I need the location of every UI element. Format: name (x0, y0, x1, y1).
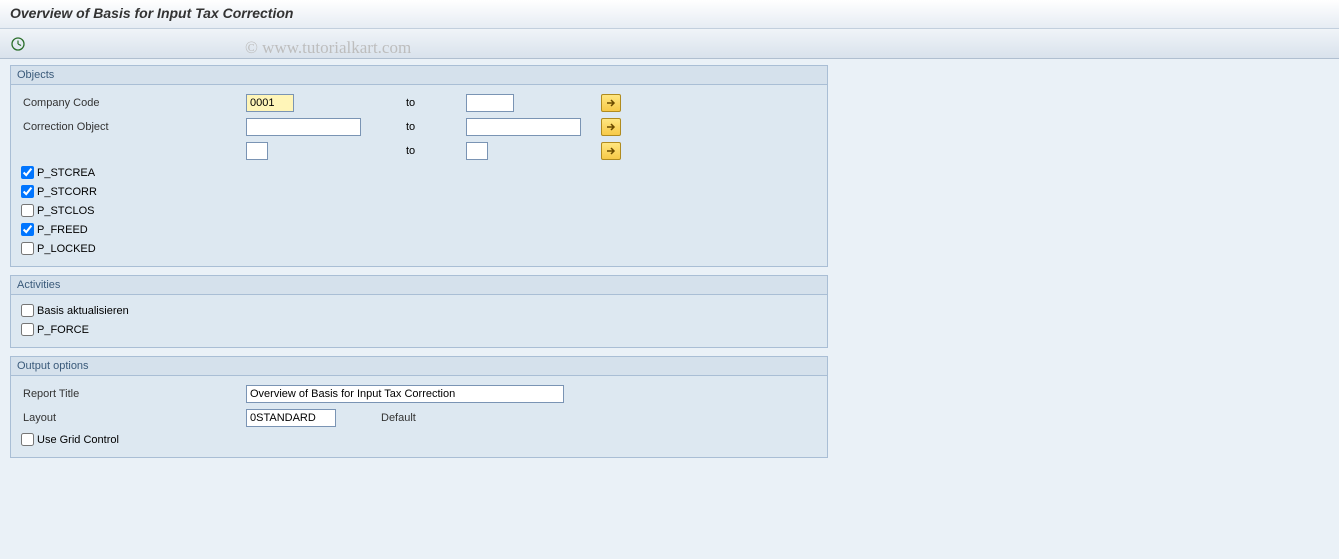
basis-checkbox[interactable] (21, 304, 34, 317)
layout-row: Layout Default (21, 406, 817, 430)
correction-object-to-label: to (406, 121, 466, 133)
p-stcorr-label: P_STCORR (37, 186, 97, 198)
p-force-row: P_FORCE (21, 320, 817, 339)
content-area: Objects Company Code to C (0, 59, 1339, 559)
correction-object-label: Correction Object (21, 121, 246, 133)
blank-from-input[interactable] (246, 142, 268, 160)
blank-to-input[interactable] (466, 142, 488, 160)
company-code-from-input[interactable] (246, 94, 294, 112)
p-force-label: P_FORCE (37, 324, 89, 336)
correction-object-multi-button[interactable] (601, 118, 621, 136)
p-stcrea-row: P_STCREA (21, 163, 817, 182)
use-grid-row: Use Grid Control (21, 430, 817, 449)
page-title: Overview of Basis for Input Tax Correcti… (0, 0, 1339, 29)
arrow-right-icon (606, 146, 616, 156)
correction-object-row: Correction Object to (21, 115, 817, 139)
p-stcrea-label: P_STCREA (37, 167, 95, 179)
objects-group: Objects Company Code to C (10, 65, 828, 267)
p-stclos-label: P_STCLOS (37, 205, 94, 217)
report-title-label: Report Title (21, 388, 246, 400)
p-stcorr-row: P_STCORR (21, 182, 817, 201)
objects-group-title: Objects (11, 66, 827, 85)
p-stcrea-checkbox[interactable] (21, 166, 34, 179)
layout-label: Layout (21, 412, 246, 424)
arrow-right-icon (606, 122, 616, 132)
company-code-to-label: to (406, 97, 466, 109)
layout-default-label: Default (381, 412, 416, 424)
p-stcorr-checkbox[interactable] (21, 185, 34, 198)
blank-row: to (21, 139, 817, 163)
layout-input[interactable] (246, 409, 336, 427)
p-locked-row: P_LOCKED (21, 239, 817, 258)
output-group-title: Output options (11, 357, 827, 376)
report-title-input[interactable] (246, 385, 564, 403)
company-code-multi-button[interactable] (601, 94, 621, 112)
company-code-to-input[interactable] (466, 94, 514, 112)
correction-object-to-input[interactable] (466, 118, 581, 136)
blank-multi-button[interactable] (601, 142, 621, 160)
arrow-right-icon (606, 98, 616, 108)
toolbar (0, 29, 1339, 59)
use-grid-checkbox[interactable] (21, 433, 34, 446)
p-freed-label: P_FREED (37, 224, 88, 236)
execute-button[interactable] (8, 34, 28, 54)
basis-row: Basis aktualisieren (21, 301, 817, 320)
activities-group-title: Activities (11, 276, 827, 295)
p-locked-label: P_LOCKED (37, 243, 96, 255)
use-grid-label: Use Grid Control (37, 434, 119, 446)
correction-object-from-input[interactable] (246, 118, 361, 136)
p-stclos-row: P_STCLOS (21, 201, 817, 220)
blank-to-label: to (406, 145, 466, 157)
p-freed-row: P_FREED (21, 220, 817, 239)
p-force-checkbox[interactable] (21, 323, 34, 336)
output-group: Output options Report Title Layout Defau… (10, 356, 828, 458)
p-locked-checkbox[interactable] (21, 242, 34, 255)
basis-label: Basis aktualisieren (37, 305, 129, 317)
activities-group: Activities Basis aktualisieren P_FORCE (10, 275, 828, 348)
company-code-row: Company Code to (21, 91, 817, 115)
report-title-row: Report Title (21, 382, 817, 406)
company-code-label: Company Code (21, 97, 246, 109)
p-stclos-checkbox[interactable] (21, 204, 34, 217)
p-freed-checkbox[interactable] (21, 223, 34, 236)
clock-execute-icon (11, 37, 25, 51)
